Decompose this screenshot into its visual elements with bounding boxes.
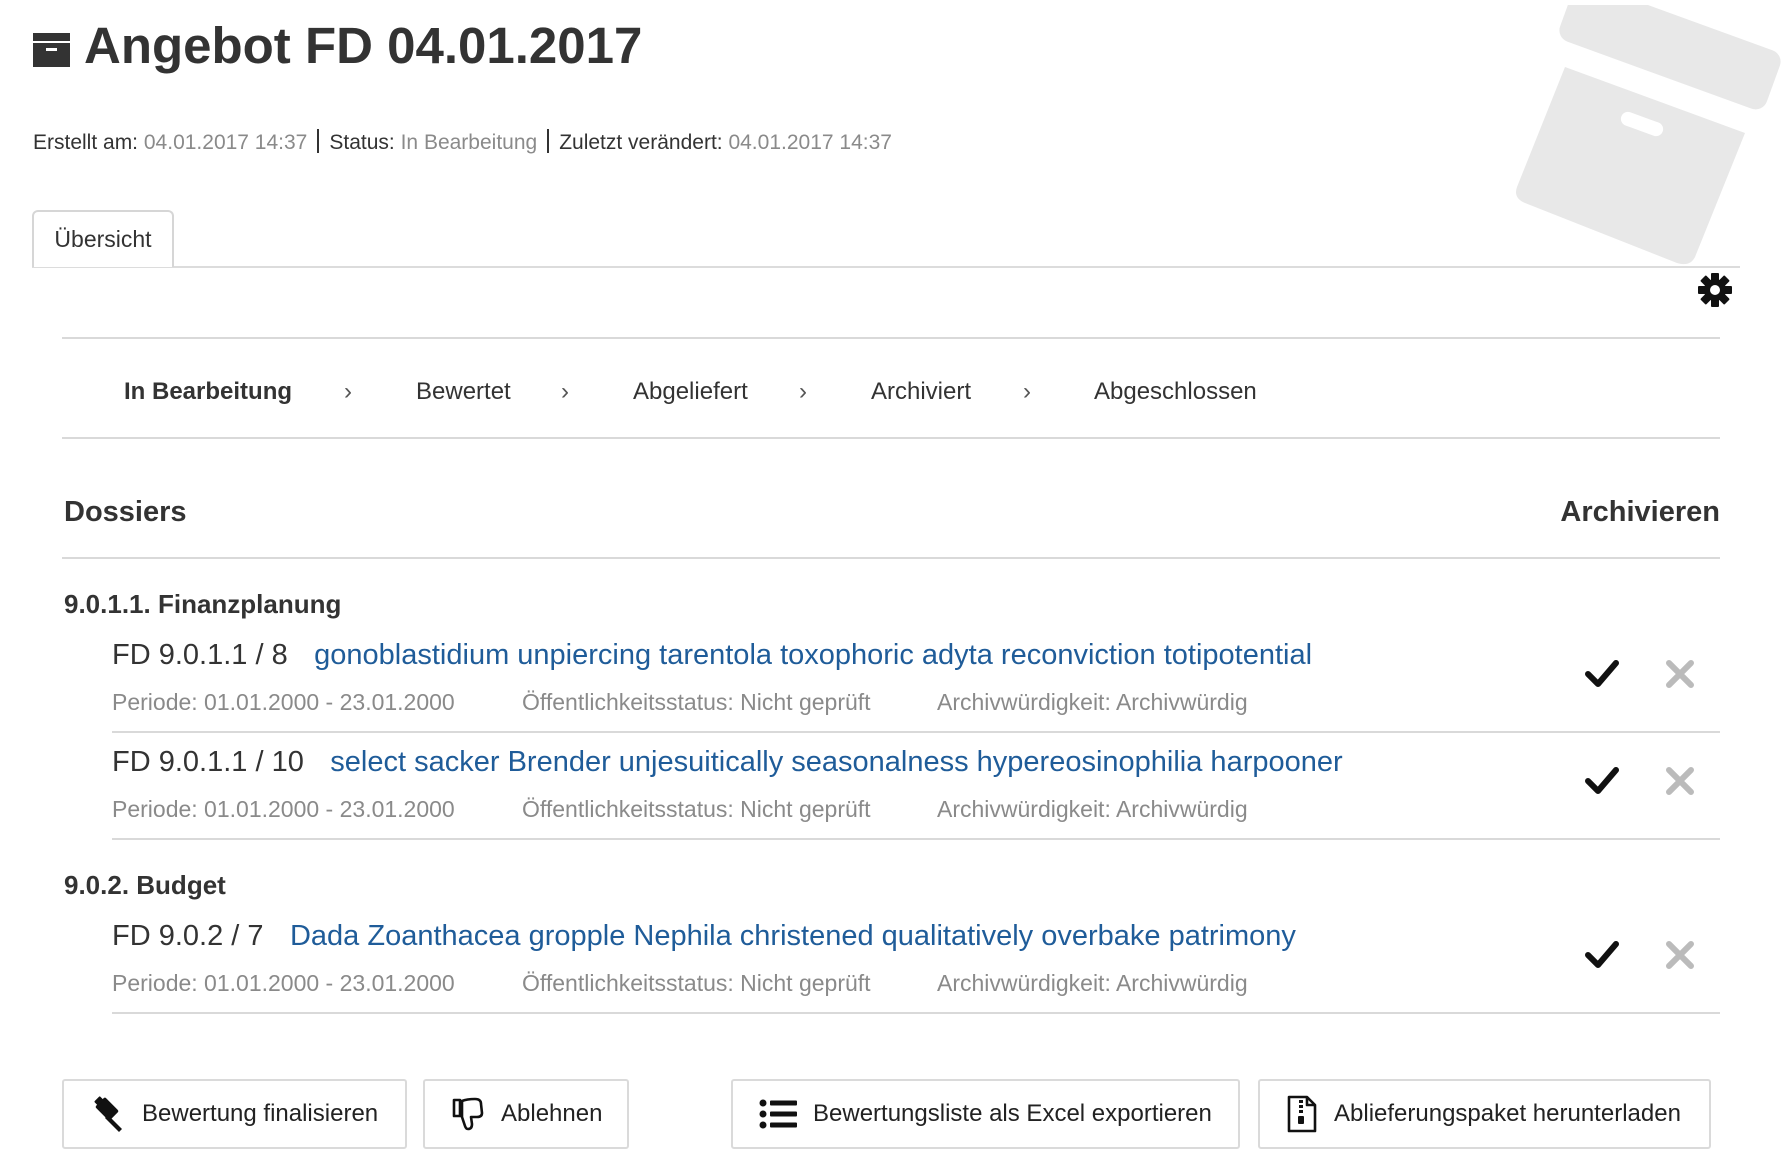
close-icon[interactable] [1663, 764, 1697, 798]
dossier-title-line: FD 9.0.1.1 / 10 select sacker Brender un… [112, 746, 1343, 779]
dossier-row: FD 9.0.1.1 / 10 select sacker Brender un… [112, 746, 1720, 837]
dossier-reference: FD 9.0.2 / 7 [112, 920, 264, 952]
dossier-title-line: FD 9.0.2 / 7 Dada Zoanthacea gropple Nep… [112, 920, 1296, 953]
archive-box-icon [33, 33, 70, 67]
created-value: 04.01.2017 14:37 [143, 131, 308, 154]
dossier-public-status: Öffentlichkeitsstatus: Nicht geprüft [522, 970, 871, 996]
dossier-archival-value: Archivwürdigkeit: Archivwürdig [937, 970, 1248, 996]
dossier-period: Periode: 01.01.2000 - 23.01.2000 [112, 796, 455, 822]
dossiers-divider [62, 557, 1720, 559]
chevron-right-icon: › [1023, 378, 1031, 405]
dossier-title-line: FD 9.0.1.1 / 8 gonoblastidium unpiercing… [112, 639, 1312, 672]
archive-column-heading: Archivieren [1560, 496, 1720, 528]
modified-label: Zuletzt verändert: [559, 131, 723, 154]
workflow-bottom-divider [62, 437, 1720, 439]
check-icon[interactable] [1585, 764, 1619, 798]
list-icon [759, 1099, 797, 1129]
dossier-row: FD 9.0.1.1 / 8 gonoblastidium unpiercing… [112, 639, 1720, 730]
group-title-finanzplanung: 9.0.1.1. Finanzplanung [64, 589, 342, 619]
dossier-period: Periode: 01.01.2000 - 23.01.2000 [112, 970, 455, 996]
dossier-link[interactable]: Dada Zoanthacea gropple Nephila christen… [290, 920, 1296, 952]
dossier-period: Periode: 01.01.2000 - 23.01.2000 [112, 689, 455, 715]
dossier-link[interactable]: select sacker Brender unjesuitically sea… [330, 746, 1342, 778]
workflow-step-archiviert: Archiviert [871, 378, 972, 405]
dossier-public-status: Öffentlichkeitsstatus: Nicht geprüft [522, 689, 871, 715]
meta-separator [317, 129, 320, 153]
row-divider [112, 838, 1720, 840]
status-label: Status: [329, 131, 395, 154]
row-divider [112, 731, 1720, 733]
tabs-divider [32, 266, 1740, 268]
dossier-link[interactable]: gonoblastidium unpiercing tarentola toxo… [314, 639, 1312, 671]
export-excel-button[interactable]: Bewertungsliste als Excel exportieren [731, 1079, 1240, 1149]
dossier-archival-value: Archivwürdigkeit: Archivwürdig [937, 796, 1248, 822]
dossier-public-status: Öffentlichkeitsstatus: Nicht geprüft [522, 796, 871, 822]
dossier-row: FD 9.0.2 / 7 Dada Zoanthacea gropple Nep… [112, 920, 1720, 1011]
workflow-step-bewertet: Bewertet [416, 378, 511, 405]
dossier-reference: FD 9.0.1.1 / 10 [112, 746, 304, 778]
thumbs-down-icon [452, 1097, 484, 1131]
tab-label: Übersicht [54, 226, 152, 252]
chevron-right-icon: › [344, 378, 352, 405]
chevron-right-icon: › [561, 378, 569, 405]
check-icon[interactable] [1585, 938, 1619, 972]
page-title: Angebot FD 04.01.2017 [84, 17, 643, 74]
zip-file-icon [1287, 1095, 1317, 1133]
gavel-icon [94, 1096, 122, 1132]
download-label: Ablieferungspaket herunterladen [1334, 1100, 1681, 1127]
tab-uebersicht[interactable]: Übersicht [32, 210, 174, 267]
gear-icon[interactable] [1697, 272, 1733, 308]
export-label: Bewertungsliste als Excel exportieren [813, 1100, 1212, 1127]
reject-label: Ablehnen [501, 1100, 603, 1127]
archive-box-illustration-icon [1516, 5, 1781, 265]
row-divider [112, 1012, 1720, 1014]
workflow-step-abgeschlossen: Abgeschlossen [1094, 378, 1257, 405]
dossiers-heading: Dossiers [64, 496, 187, 528]
created-label: Erstellt am: [33, 131, 139, 154]
dossier-archival-value: Archivwürdigkeit: Archivwürdig [937, 689, 1248, 715]
workflow-top-divider [62, 337, 1720, 339]
reject-button[interactable]: Ablehnen [423, 1079, 629, 1149]
download-package-button[interactable]: Ablieferungspaket herunterladen [1258, 1079, 1711, 1149]
check-icon[interactable] [1585, 657, 1619, 691]
status-value: In Bearbeitung [400, 131, 538, 154]
chevron-right-icon: › [799, 378, 807, 405]
workflow-step-abgeliefert: Abgeliefert [633, 378, 748, 405]
workflow-step-in-bearbeitung: In Bearbeitung [124, 378, 293, 405]
close-icon[interactable] [1663, 938, 1697, 972]
finalize-label: Bewertung finalisieren [142, 1100, 379, 1127]
dossier-reference: FD 9.0.1.1 / 8 [112, 639, 288, 671]
close-icon[interactable] [1663, 657, 1697, 691]
meta-info: Erstellt am: 04.01.2017 14:37 Status: In … [33, 129, 892, 155]
group-title-budget: 9.0.2. Budget [64, 870, 226, 900]
modified-value: 04.01.2017 14:37 [728, 131, 892, 154]
meta-separator [547, 129, 550, 153]
finalize-evaluation-button[interactable]: Bewertung finalisieren [62, 1079, 407, 1149]
